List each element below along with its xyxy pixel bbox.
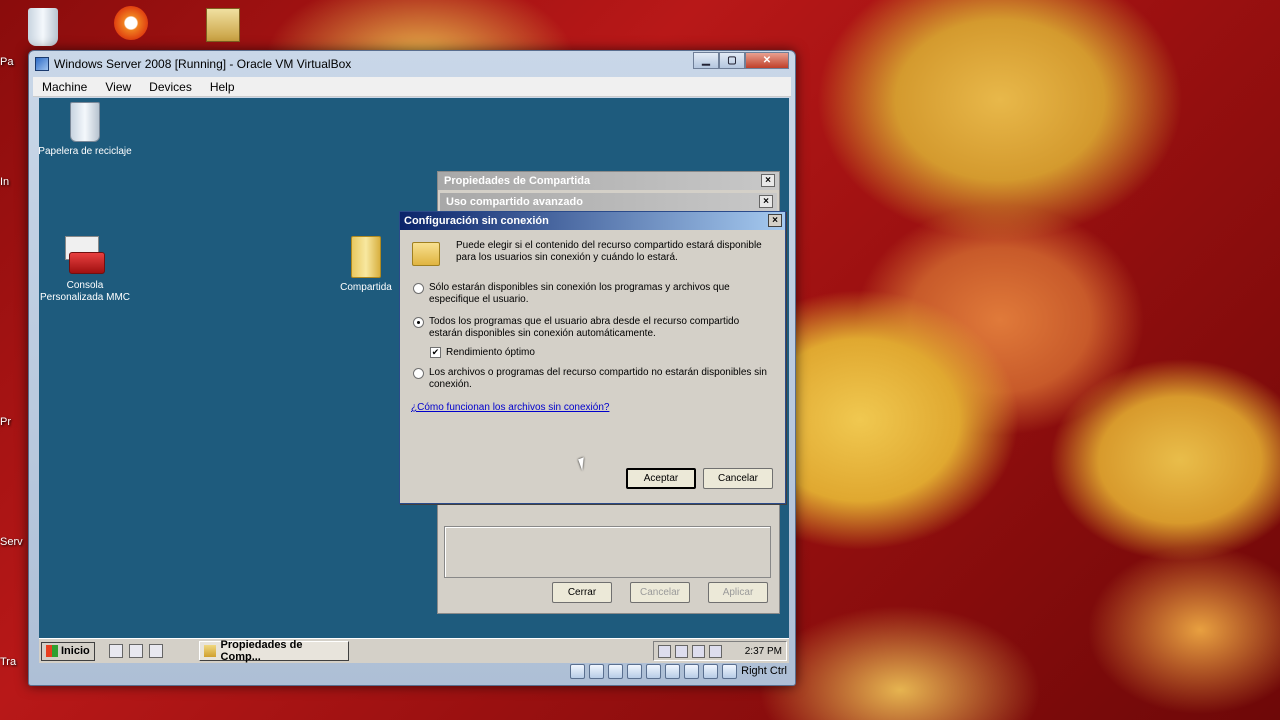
vbox-window-title: Windows Server 2008 [Running] - Oracle V… xyxy=(54,57,352,71)
maximize-button[interactable]: ▢ xyxy=(719,52,745,69)
server-manager-icon[interactable] xyxy=(108,644,123,658)
properties-buttons: Cerrar Cancelar Aplicar xyxy=(552,582,768,603)
option-not-available[interactable]: Los archivos o programas del recurso com… xyxy=(413,367,768,391)
guest-taskbar: Inicio Propiedades de Comp... 2:37 PM xyxy=(39,638,789,663)
offline-close-button[interactable]: × xyxy=(768,214,782,227)
cancel-button[interactable]: Cancelar xyxy=(703,468,773,489)
offline-folder-icon xyxy=(412,242,440,266)
radio-button-selected[interactable] xyxy=(413,317,424,328)
capture-icon[interactable] xyxy=(665,663,681,679)
system-tray: 2:37 PM xyxy=(653,641,787,661)
toolbox-icon xyxy=(65,236,105,276)
desktop-icon-mmc[interactable]: Consola Personalizada MMC xyxy=(39,236,135,304)
host-edge-label: Tra xyxy=(0,656,17,668)
host-app-shortcut-icon[interactable] xyxy=(114,6,148,40)
host-mail-shortcut-icon[interactable] xyxy=(206,8,240,42)
minimize-button[interactable]: ▁ xyxy=(693,52,719,69)
optimize-checkbox[interactable]: ✔ xyxy=(430,347,441,358)
tray-icon[interactable] xyxy=(675,644,688,658)
advanced-sharing-close-button[interactable]: × xyxy=(759,195,773,208)
windows-flag-icon xyxy=(46,645,58,657)
advanced-sharing-titlebar[interactable]: Uso compartido avanzado × xyxy=(440,193,777,211)
virtualbox-logo-icon xyxy=(35,57,49,71)
guest-screen[interactable]: Papelera de reciclaje Consola Personaliz… xyxy=(39,98,789,663)
desktop-icon-label: Papelera de reciclaje xyxy=(39,146,132,157)
option-user-specified[interactable]: Sólo estarán disponibles sin conexión lo… xyxy=(413,282,768,306)
optimize-label: Rendimiento óptimo xyxy=(446,347,535,358)
option-label: Los archivos o programas del recurso com… xyxy=(429,367,767,390)
shared-folders-icon[interactable] xyxy=(646,663,662,679)
radio-button[interactable] xyxy=(413,283,424,294)
vbox-titlebar[interactable]: Windows Server 2008 [Running] - Oracle V… xyxy=(35,55,351,73)
host-edge-label: Serv xyxy=(0,536,23,548)
taskbar-item-label: Propiedades de Comp... xyxy=(220,639,303,663)
offline-help-link[interactable]: ¿Cómo funcionan los archivos sin conexió… xyxy=(411,402,609,413)
internet-explorer-icon[interactable] xyxy=(128,644,143,658)
taskbar-item-properties[interactable]: Propiedades de Comp... xyxy=(198,639,349,663)
menu-view[interactable]: View xyxy=(96,80,140,94)
keyboard-capture-icon[interactable] xyxy=(722,663,738,679)
radio-button[interactable] xyxy=(413,368,424,379)
option-label: Sólo estarán disponibles sin conexión lo… xyxy=(429,282,730,305)
host-edge-label: In xyxy=(0,176,10,188)
usb-icon[interactable] xyxy=(608,663,624,679)
start-button[interactable]: Inicio xyxy=(41,641,95,661)
desktop-icon-recycle-bin[interactable]: Papelera de reciclaje xyxy=(39,102,135,158)
hard-disk-icon[interactable] xyxy=(570,663,586,679)
close-dialog-button[interactable]: Cerrar xyxy=(552,582,612,603)
properties-content-area xyxy=(444,526,771,578)
desktop-icon-label: Consola Personalizada MMC xyxy=(39,280,131,303)
properties-titlebar[interactable]: Propiedades de Compartida × xyxy=(438,172,779,190)
menu-devices[interactable]: Devices xyxy=(140,80,201,94)
virtualization-icon[interactable] xyxy=(684,663,700,679)
show-desktop-icon[interactable] xyxy=(148,644,163,658)
desktop-icon-label: Compartida xyxy=(340,282,392,293)
folder-icon xyxy=(203,645,216,657)
clock[interactable]: 2:37 PM xyxy=(745,646,782,657)
host-edge-label: Pa xyxy=(0,56,14,68)
apply-button[interactable]: Aplicar xyxy=(708,582,768,603)
host-key-label: Right Ctrl xyxy=(741,665,787,677)
properties-title: Propiedades de Compartida xyxy=(444,175,591,187)
menu-machine[interactable]: Machine xyxy=(33,80,96,94)
offline-settings-dialog: Configuración sin conexión × Puede elegi… xyxy=(399,211,786,504)
menu-help[interactable]: Help xyxy=(201,80,244,94)
option-label: Todos los programas que el usuario abra … xyxy=(429,316,740,339)
virtualbox-window: Windows Server 2008 [Running] - Oracle V… xyxy=(28,50,796,686)
close-button[interactable]: ✕ xyxy=(745,52,789,69)
network-adapter-icon[interactable] xyxy=(627,663,643,679)
host-edge-label: Pr xyxy=(0,416,11,428)
tray-icon[interactable] xyxy=(658,644,671,658)
network-icon[interactable] xyxy=(692,644,705,658)
folder-icon xyxy=(351,236,381,278)
vbox-menubar: Machine View Devices Help xyxy=(33,77,791,97)
cancel-button[interactable]: Cancelar xyxy=(630,582,690,603)
mouse-integration-icon[interactable] xyxy=(703,663,719,679)
optical-drive-icon[interactable] xyxy=(589,663,605,679)
properties-close-button[interactable]: × xyxy=(761,174,775,187)
quick-launch xyxy=(108,644,163,658)
start-label: Inicio xyxy=(61,645,90,657)
window-controls: ▁ ▢ ✕ xyxy=(693,52,789,69)
offline-titlebar[interactable]: Configuración sin conexión × xyxy=(400,212,785,230)
offline-intro-text: Puede elegir si el contenido del recurso… xyxy=(456,240,762,263)
optimize-checkbox-row[interactable]: ✔ Rendimiento óptimo xyxy=(430,347,535,359)
advanced-sharing-title: Uso compartido avanzado xyxy=(446,196,583,208)
volume-icon[interactable] xyxy=(709,644,722,658)
vbox-statusbar: Right Ctrl xyxy=(570,661,787,681)
offline-title: Configuración sin conexión xyxy=(404,215,549,227)
ok-button[interactable]: Aceptar xyxy=(626,468,696,489)
offline-buttons: Aceptar Cancelar xyxy=(626,468,773,489)
recycle-bin-icon xyxy=(70,102,100,142)
option-all-automatic[interactable]: Todos los programas que el usuario abra … xyxy=(413,316,768,340)
host-recycle-bin-icon[interactable] xyxy=(28,8,58,46)
